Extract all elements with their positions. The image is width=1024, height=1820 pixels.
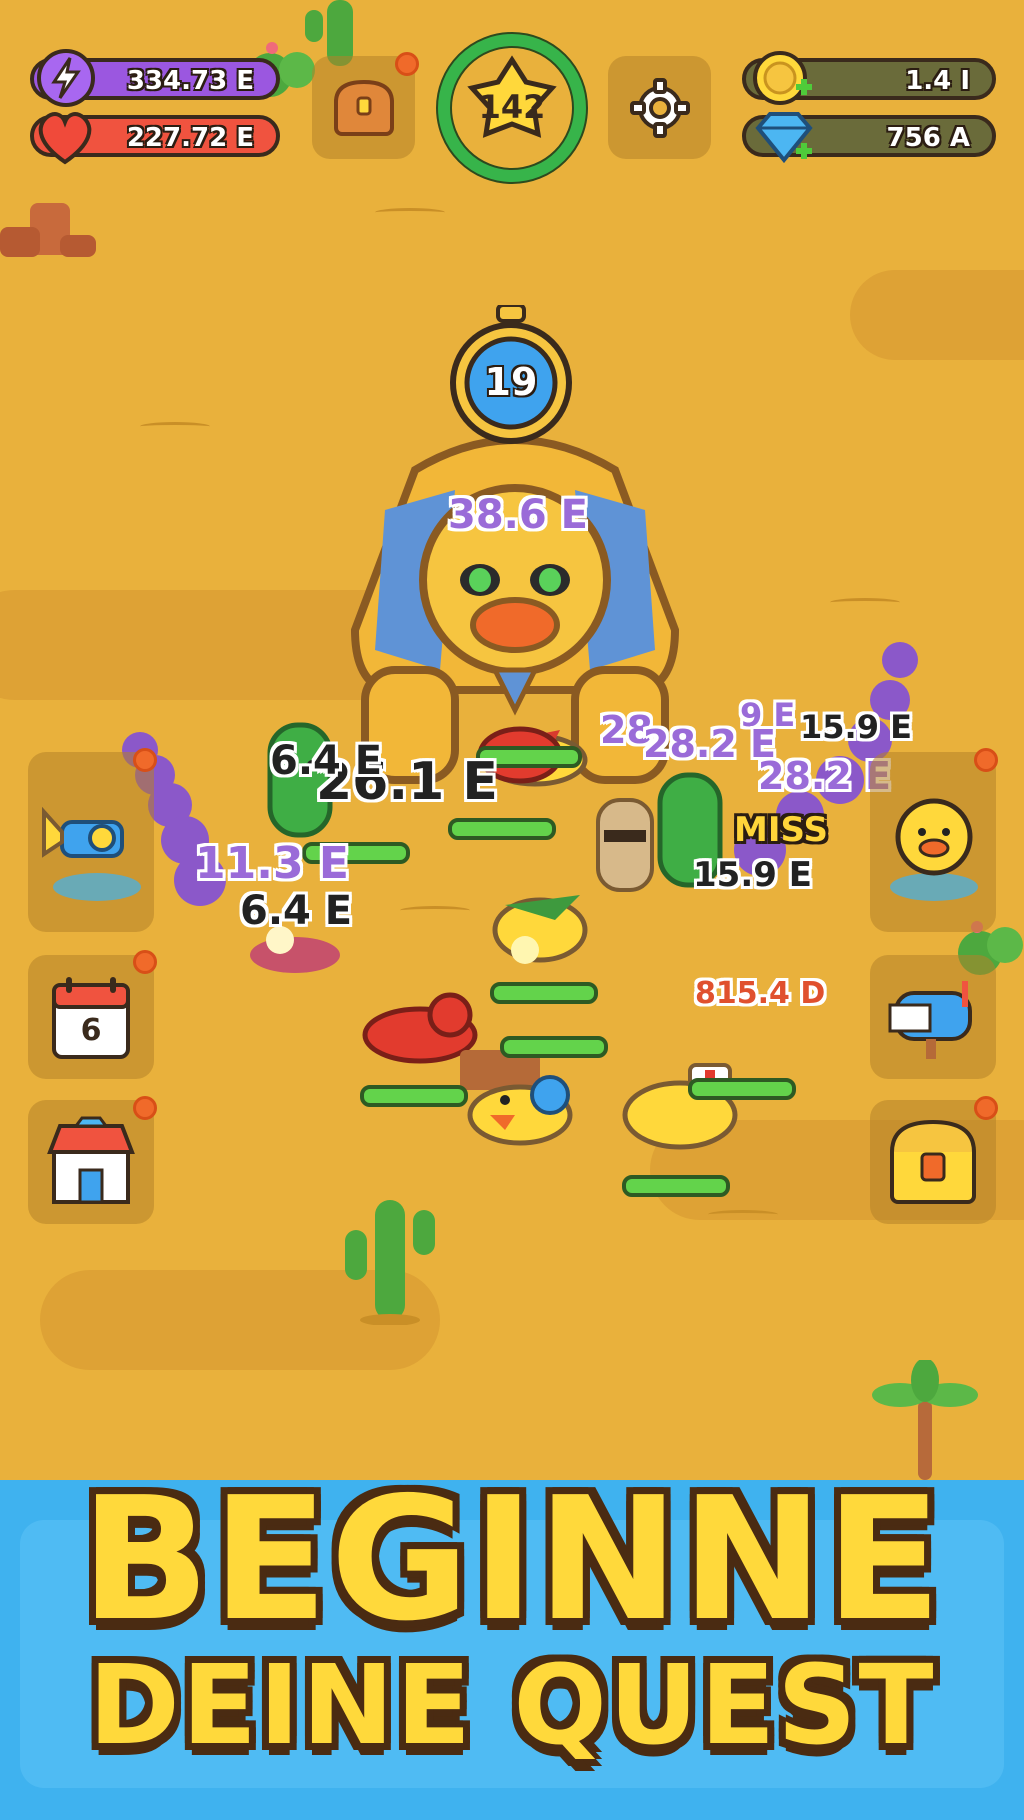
sand-patch — [850, 270, 1024, 360]
duck-rebirth-button[interactable] — [870, 752, 996, 932]
calendar-button[interactable]: 6 — [28, 955, 154, 1079]
banner-subtitle: DEINE QUEST — [88, 1641, 936, 1769]
lightning-icon — [37, 49, 95, 107]
chest-icon — [334, 79, 394, 136]
health-bar — [360, 1085, 468, 1107]
damage-number: 6.4 E — [240, 888, 353, 934]
health-bar — [688, 1078, 796, 1100]
boss-timer-value: 19 — [484, 360, 538, 404]
medic-duck-hero[interactable] — [620, 1060, 740, 1160]
trumpet-ability-button[interactable] — [28, 752, 154, 932]
notification-dot — [974, 748, 998, 772]
miss-label: MISS — [734, 810, 828, 850]
gems-value: 756 A — [886, 123, 970, 153]
damage-number: 15.9 E — [693, 855, 812, 895]
damage-number: 28.2 E — [643, 722, 776, 766]
mummy-duck-enemy[interactable] — [590, 790, 660, 900]
dune-mark — [830, 598, 900, 607]
rock-pile-decor — [0, 203, 96, 257]
dune-mark — [140, 422, 210, 431]
damage-number: 6.4 E — [270, 738, 383, 784]
energy-value: 334.73 E — [126, 66, 254, 96]
health-bar — [490, 982, 598, 1004]
damage-number: 15.9 E — [800, 708, 912, 746]
mailbox-icon — [888, 981, 972, 1059]
trumpet-duck-hero[interactable] — [460, 1050, 600, 1150]
treasure-chest-icon — [890, 1119, 976, 1204]
shop-button[interactable] — [28, 1100, 154, 1224]
trumpet-icon — [42, 806, 141, 901]
cactus-decor — [345, 1200, 435, 1325]
damage-number: 815.4 D — [695, 976, 826, 1011]
gear-icon — [630, 78, 690, 138]
treasure-chest-button[interactable] — [870, 1100, 996, 1224]
shop-icon — [47, 1116, 135, 1204]
dune-mark — [375, 208, 445, 217]
calendar-day-value: 6 — [80, 1013, 102, 1048]
ranger-duck-hero[interactable] — [485, 870, 595, 970]
gold-coin-add-icon[interactable] — [752, 48, 816, 110]
duck-cycle-icon — [890, 798, 978, 901]
game-scene: 19 38.6 E 26.1 E 6.4 E 11.3 E 6.4 E 28. … — [0, 0, 1024, 1480]
mailbox-button[interactable] — [870, 955, 996, 1079]
heart-icon — [38, 112, 92, 165]
damage-number: 11.3 E — [195, 838, 349, 889]
damage-number: 38.6 E — [448, 492, 588, 538]
health-bar — [500, 1036, 608, 1058]
notification-dot — [974, 1096, 998, 1120]
diamond-add-icon[interactable] — [752, 108, 818, 168]
dune-mark — [708, 1210, 778, 1219]
health-value: 227.72 E — [126, 123, 254, 153]
notification-dot — [133, 748, 157, 772]
notification-dot — [133, 1096, 157, 1120]
dune-mark — [400, 906, 470, 915]
gold-value: 1.4 I — [905, 66, 970, 96]
settings-button[interactable] — [608, 56, 711, 159]
health-bar — [622, 1175, 730, 1197]
notification-dot — [133, 950, 157, 974]
notification-dot — [395, 52, 419, 76]
banner-title: BEGINNE — [80, 1461, 944, 1659]
health-bar — [448, 818, 556, 840]
level-value: 142 — [478, 88, 546, 126]
